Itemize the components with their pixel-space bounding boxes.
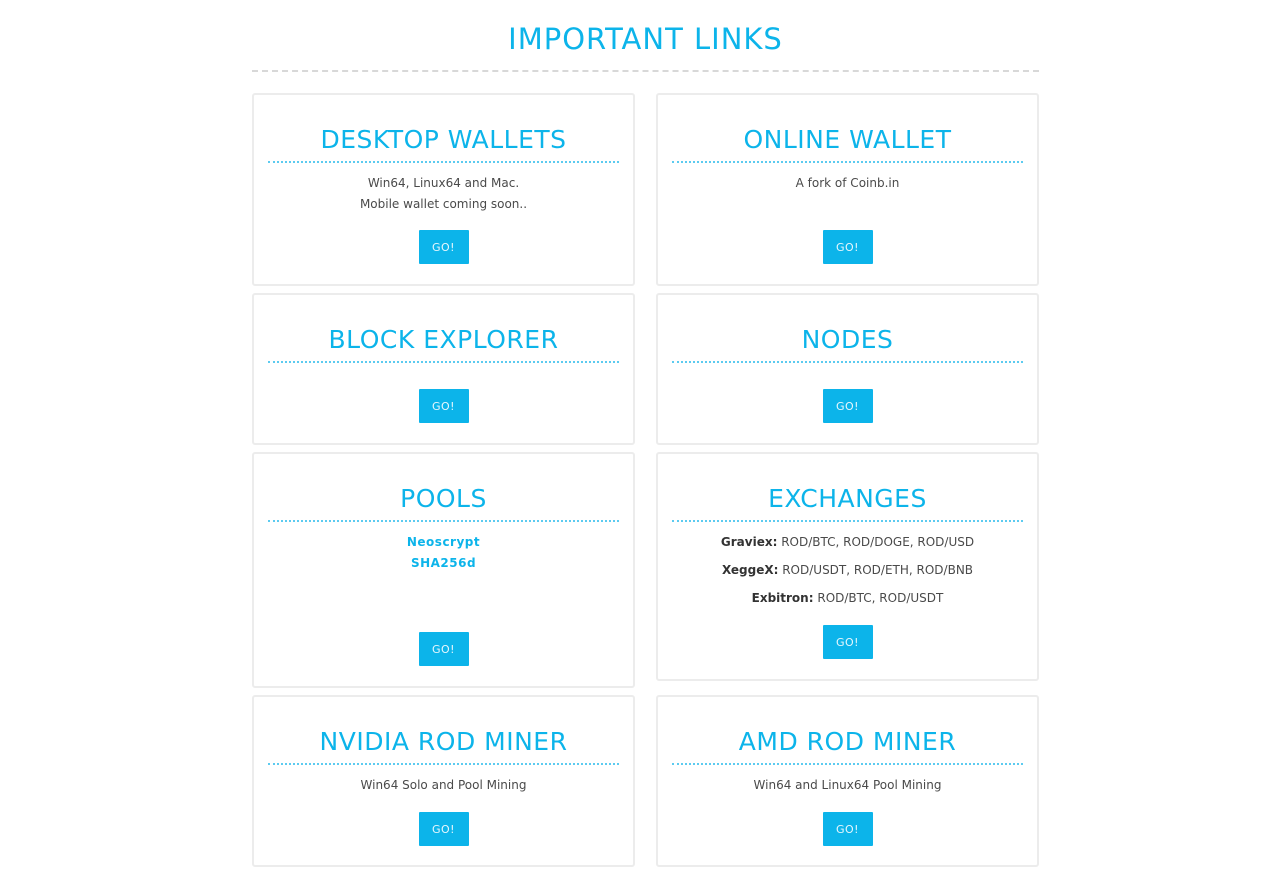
pools-go-button[interactable]: GO! (418, 632, 469, 666)
card-nodes: NODES GO! (656, 293, 1039, 445)
pool-link-neoscrypt[interactable]: Neoscrypt (407, 535, 480, 549)
exchange-name: Exbitron: (751, 591, 814, 605)
description-line: Win64, Linux64 and Mac. (367, 176, 520, 190)
nvidia-miner-go-button[interactable]: GO! (418, 812, 469, 846)
description-line: A fork of Coinb.in (795, 176, 900, 190)
exchange-row: Graviex: ROD/BTC, ROD/DOGE, ROD/USD (672, 532, 1023, 553)
card-description: Win64 Solo and Pool Mining (268, 775, 619, 796)
pool-link-sha256d[interactable]: SHA256d (411, 556, 476, 570)
card-title: NVIDIA ROD MINER (268, 727, 619, 765)
amd-miner-go-button[interactable]: GO! (822, 812, 873, 846)
card-title: EXCHANGES (672, 484, 1023, 522)
card-amd-miner: AMD ROD MINER Win64 and Linux64 Pool Min… (656, 695, 1039, 867)
card-title: NODES (672, 325, 1023, 363)
exchange-pairs: ROD/BTC, ROD/DOGE, ROD/USD (781, 535, 975, 549)
card-description: Neoscrypt SHA256d (268, 532, 619, 574)
online-wallet-go-button[interactable]: GO! (822, 230, 873, 264)
exchange-name: XeggeX: (721, 563, 779, 577)
exchange-list: Graviex: ROD/BTC, ROD/DOGE, ROD/USD Xegg… (672, 532, 1023, 616)
card-online-wallet: ONLINE WALLET A fork of Coinb.in GO! (656, 93, 1039, 286)
description-line: Win64 and Linux64 Pool Mining (753, 778, 942, 792)
exchange-row: Exbitron: ROD/BTC, ROD/USDT (672, 588, 1023, 609)
card-nvidia-miner: NVIDIA ROD MINER Win64 Solo and Pool Min… (252, 695, 635, 867)
card-description: A fork of Coinb.in (672, 173, 1023, 194)
card-exchanges: EXCHANGES Graviex: ROD/BTC, ROD/DOGE, RO… (656, 452, 1039, 681)
page-title: IMPORTANT LINKS (508, 22, 783, 56)
exchange-name: Graviex: (720, 535, 778, 549)
card-description: Win64 and Linux64 Pool Mining (672, 775, 1023, 796)
card-title: POOLS (268, 484, 619, 522)
block-explorer-go-button[interactable]: GO! (418, 389, 469, 423)
desktop-wallets-go-button[interactable]: GO! (418, 230, 469, 264)
card-title: DESKTOP WALLETS (268, 125, 619, 163)
title-divider (252, 70, 1039, 72)
card-desktop-wallets: DESKTOP WALLETS Win64, Linux64 and Mac. … (252, 93, 635, 286)
exchanges-go-button[interactable]: GO! (822, 625, 873, 659)
description-line: Win64 Solo and Pool Mining (360, 778, 527, 792)
card-title: BLOCK EXPLORER (268, 325, 619, 363)
description-line: Mobile wallet coming soon.. (359, 197, 528, 211)
exchange-row: XeggeX: ROD/USDT, ROD/ETH, ROD/BNB (672, 560, 1023, 581)
card-description: Win64, Linux64 and Mac. Mobile wallet co… (268, 173, 619, 215)
card-block-explorer: BLOCK EXPLORER GO! (252, 293, 635, 445)
card-title: AMD ROD MINER (672, 727, 1023, 765)
card-title: ONLINE WALLET (672, 125, 1023, 163)
exchange-pairs: ROD/USDT, ROD/ETH, ROD/BNB (782, 563, 974, 577)
nodes-go-button[interactable]: GO! (822, 389, 873, 423)
exchange-pairs: ROD/BTC, ROD/USDT (817, 591, 944, 605)
card-pools: POOLS Neoscrypt SHA256d GO! (252, 452, 635, 688)
